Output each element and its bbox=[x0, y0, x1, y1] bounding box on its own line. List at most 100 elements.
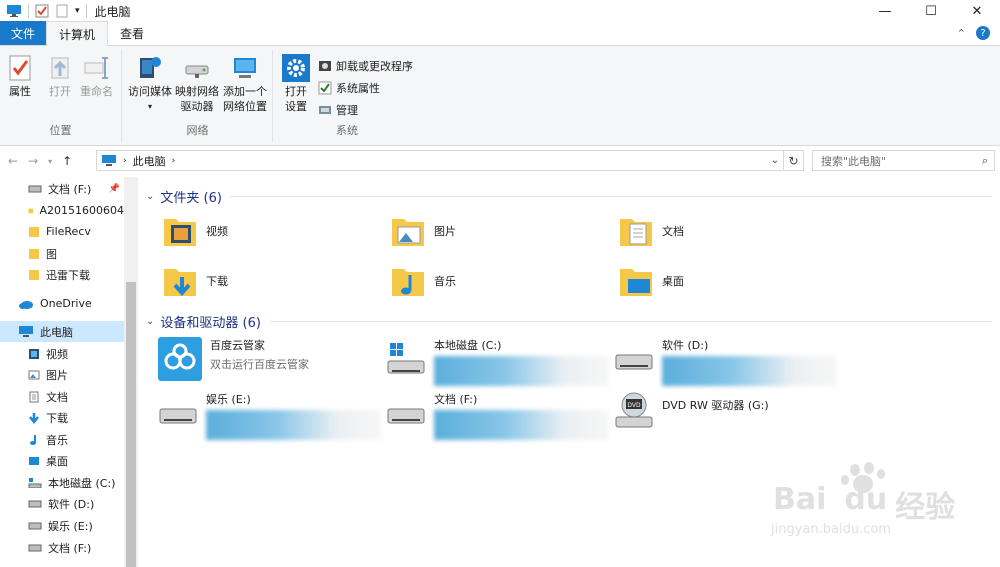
access-media-label: 访问媒体 bbox=[128, 85, 172, 98]
device-label: 本地磁盘 (C:) bbox=[434, 339, 502, 352]
sidebar-scrollbar-thumb[interactable] bbox=[126, 282, 136, 567]
sidebar-item-label: 文档 bbox=[46, 390, 68, 404]
sidebar-item-this-pc[interactable]: 此电脑 bbox=[0, 321, 124, 342]
folder-music[interactable]: 音乐 bbox=[390, 263, 456, 299]
properties-check-icon[interactable] bbox=[35, 4, 49, 18]
device-label: 软件 (D:) bbox=[662, 339, 709, 352]
minimize-button[interactable]: — bbox=[862, 0, 908, 22]
device-drive-e[interactable]: 娱乐 (E:) bbox=[158, 391, 381, 440]
separator bbox=[28, 4, 29, 18]
tab-file[interactable]: 文件 bbox=[0, 21, 46, 45]
help-icon[interactable]: ? bbox=[976, 26, 990, 40]
sidebar-item-drive-f[interactable]: 文档 (F:) bbox=[0, 537, 124, 558]
device-drive-f[interactable]: 文档 (F:) bbox=[386, 391, 609, 440]
new-folder-icon[interactable] bbox=[55, 4, 69, 18]
sidebar-item-music[interactable]: 音乐 bbox=[0, 429, 124, 450]
open-button[interactable]: 打开 bbox=[46, 54, 74, 99]
maximize-button[interactable]: ☐ bbox=[908, 0, 954, 22]
title-bar: ▾ 此电脑 — ☐ ✕ bbox=[0, 0, 1000, 22]
devices-section-header[interactable]: ⌄ 设备和驱动器 (6) bbox=[146, 312, 261, 331]
sidebar-item-videos[interactable]: 视频 bbox=[0, 343, 124, 364]
properties-label: 属性 bbox=[9, 85, 31, 98]
svg-text:DVD: DVD bbox=[627, 402, 641, 409]
folders-section-header[interactable]: ⌄ 文件夹 (6) bbox=[146, 187, 222, 206]
system-properties-button[interactable]: 系统属性 bbox=[318, 80, 380, 96]
sidebar-item-downloads[interactable]: 下载 bbox=[0, 407, 124, 428]
address-dropdown-icon[interactable]: ⌄ bbox=[767, 155, 783, 166]
folder-icon bbox=[29, 269, 39, 280]
device-subtitle: 双击运行百度云管家 bbox=[210, 358, 309, 371]
breadcrumb-this-pc[interactable]: 此电脑 bbox=[133, 153, 166, 169]
sidebar-item-drive-d[interactable]: 软件 (D:) bbox=[0, 493, 124, 514]
sidebar-item-docs-f-pinned[interactable]: 文档 (F:) 📌 bbox=[0, 178, 124, 199]
tab-view[interactable]: 查看 bbox=[108, 21, 156, 45]
add-network-location-button[interactable]: 添加一个 网络位置 bbox=[223, 54, 267, 114]
device-dvd-g[interactable]: DVD DVD RW 驱动器 (G:) bbox=[614, 391, 769, 431]
folder-label: 图片 bbox=[434, 225, 456, 238]
group-label-location: 位置 bbox=[49, 124, 72, 137]
manage-button[interactable]: 管理 bbox=[318, 102, 358, 118]
open-settings-button[interactable]: 打开 设置 bbox=[282, 54, 310, 114]
pin-icon[interactable]: 📌 bbox=[109, 184, 120, 194]
folder-pictures[interactable]: 图片 bbox=[390, 213, 456, 249]
folder-videos[interactable]: 视频 bbox=[162, 213, 228, 249]
sidebar-item-pictures[interactable]: 图片 bbox=[0, 364, 124, 385]
sidebar-item-label: FileRecv bbox=[46, 225, 91, 238]
computer-icon[interactable] bbox=[6, 4, 22, 18]
breadcrumb-separator[interactable]: › bbox=[172, 156, 176, 166]
access-media-button[interactable]: 访问媒体 ▾ bbox=[128, 54, 172, 114]
uninstall-program-button[interactable]: 卸载或更改程序 bbox=[318, 58, 413, 74]
device-baidu-cloud[interactable]: 百度云管家 双击运行百度云管家 bbox=[158, 337, 309, 381]
map-drive-label-2: 驱动器 bbox=[180, 100, 214, 113]
folder-desktop[interactable]: 桌面 bbox=[618, 263, 684, 299]
folder-downloads[interactable]: 下载 bbox=[162, 263, 228, 299]
ribbon-group-location: 属性 打开 重命名 位置 bbox=[0, 50, 122, 142]
open-settings-label-2: 设置 bbox=[285, 100, 307, 113]
tab-computer[interactable]: 计算机 bbox=[46, 21, 109, 46]
sidebar-item-label: 视频 bbox=[46, 347, 68, 361]
search-icon[interactable]: ⌕ bbox=[982, 154, 988, 168]
rename-button[interactable]: 重命名 bbox=[80, 54, 113, 99]
breadcrumb-separator[interactable]: › bbox=[123, 156, 127, 166]
quick-access-toolbar: ▾ bbox=[0, 0, 87, 22]
search-input[interactable]: 搜索"此电脑" ⌕ bbox=[812, 150, 995, 171]
collapse-chevron-icon[interactable]: ⌄ bbox=[146, 316, 154, 327]
sidebar-item-label: 本地磁盘 (C:) bbox=[48, 476, 116, 490]
map-network-drive-button[interactable]: 映射网络 驱动器 bbox=[175, 54, 219, 114]
address-row: ← → ▾ ↑ › 此电脑 › ⌄ ↻ 搜索"此电脑" ⌕ bbox=[0, 147, 1000, 175]
download-arrow-icon bbox=[29, 412, 39, 424]
device-drive-c[interactable]: 本地磁盘 (C:) bbox=[386, 337, 609, 386]
address-bar[interactable]: › 此电脑 › ⌄ bbox=[96, 150, 784, 171]
sidebar-item-documents[interactable]: 文档 bbox=[0, 386, 124, 407]
sidebar-item-label: 图 bbox=[46, 247, 57, 261]
sidebar-item-desktop[interactable]: 桌面 bbox=[0, 450, 124, 471]
navigation-pane: 文档 (F:) 📌 A20151600604 FileRecv 图 迅雷下载 O… bbox=[0, 177, 138, 567]
up-arrow-icon[interactable]: ↑ bbox=[62, 154, 72, 168]
sidebar-item-a2015[interactable]: A20151600604 bbox=[0, 200, 124, 221]
folder-label: 文档 bbox=[662, 225, 684, 238]
device-drive-d[interactable]: 软件 (D:) bbox=[614, 337, 837, 386]
folder-documents[interactable]: 文档 bbox=[618, 213, 684, 249]
collapse-ribbon-icon[interactable]: ⌃ bbox=[957, 27, 966, 40]
recent-dropdown-icon[interactable]: ▾ bbox=[48, 157, 52, 166]
sidebar-item-xunlei[interactable]: 迅雷下载 bbox=[0, 264, 124, 285]
forward-arrow-icon[interactable]: → bbox=[28, 154, 38, 168]
drive-icon bbox=[28, 185, 42, 192]
properties-button[interactable]: 属性 bbox=[6, 54, 34, 99]
sidebar-item-onedrive[interactable]: OneDrive bbox=[0, 293, 124, 314]
drive-icon bbox=[615, 354, 653, 370]
collapse-chevron-icon[interactable]: ⌄ bbox=[146, 191, 154, 202]
close-button[interactable]: ✕ bbox=[954, 0, 1000, 22]
access-media-icon bbox=[140, 57, 161, 78]
sidebar-item-tu[interactable]: 图 bbox=[0, 243, 124, 264]
sidebar-item-drive-c[interactable]: 本地磁盘 (C:) bbox=[0, 472, 124, 493]
sidebar-item-filerecv[interactable]: FileRecv bbox=[0, 221, 124, 242]
folder-icon bbox=[28, 208, 34, 213]
open-label: 打开 bbox=[49, 85, 71, 98]
customize-dropdown-icon[interactable]: ▾ bbox=[75, 6, 80, 16]
refresh-icon[interactable]: ↻ bbox=[784, 150, 804, 171]
capacity-bar-obscured bbox=[206, 410, 381, 440]
sidebar-item-label: 娱乐 (E:) bbox=[48, 519, 93, 533]
sidebar-item-drive-e[interactable]: 娱乐 (E:) bbox=[0, 515, 124, 536]
back-arrow-icon[interactable]: ← bbox=[8, 154, 18, 168]
